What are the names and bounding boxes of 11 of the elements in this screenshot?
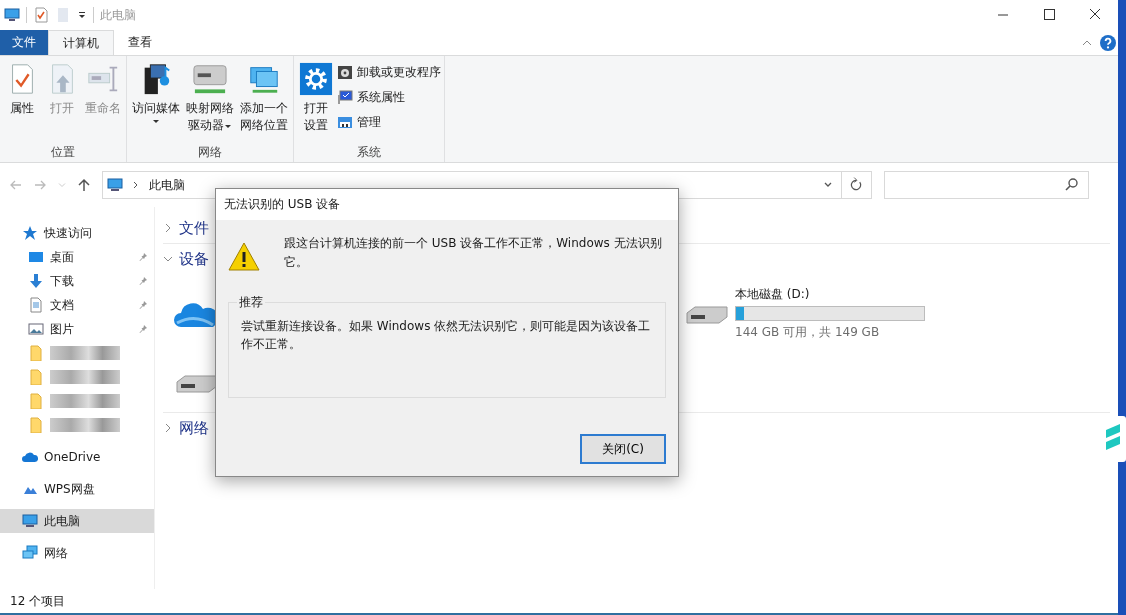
ribbon-group-label: 网络	[197, 144, 223, 160]
group-label: 推荐	[237, 294, 265, 311]
dialog-title: 无法识别的 USB 设备	[224, 196, 341, 213]
ribbon-group-label: 位置	[50, 144, 76, 160]
recommendation-text: 尝试重新连接设备。如果 Windows 依然无法识别它，则可能是因为该设备工作不正常。	[241, 318, 652, 353]
item-count: 12 个项目	[10, 592, 66, 610]
drive-name: 本地磁盘 (D:)	[735, 285, 811, 303]
dialog-message: 跟这台计算机连接的前一个 USB 设备工作不正常，Windows 无法识别它。	[284, 235, 663, 271]
window-title: 此电脑	[100, 6, 136, 24]
drive-space: 144 GB 可用，共 149 GB	[735, 323, 881, 341]
ribbon-group-label: 系统	[356, 144, 382, 160]
